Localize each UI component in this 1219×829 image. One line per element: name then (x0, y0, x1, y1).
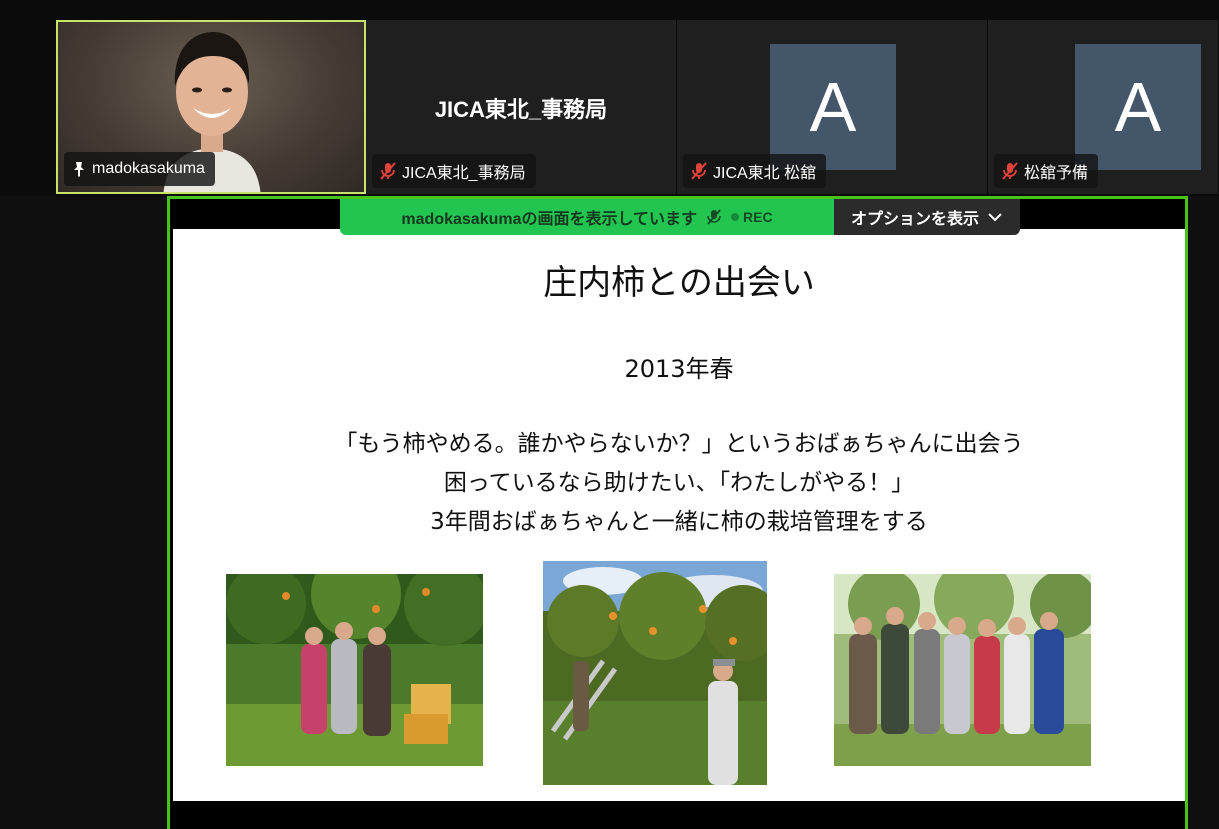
slide-line: 「もう柿やめる。誰かやらないか？」というおばぁちゃんに出会う (334, 431, 1024, 457)
slide-photo-group (834, 574, 1091, 766)
recording-label: REC (743, 209, 773, 225)
recording-indicator: REC (731, 209, 773, 225)
participant-name: JICA東北 松舘 (713, 165, 817, 182)
sharing-status: madokasakumaの画面を表示しています REC (340, 199, 834, 235)
participant-name-tag: madokasakuma (64, 152, 215, 186)
participant-name: JICA東北_事務局 (402, 165, 526, 182)
participant-tile-jica-tohoku-office[interactable]: JICA東北_事務局 JICA東北_事務局 (366, 20, 677, 194)
slide-title: 庄内柿との出会い (543, 263, 815, 303)
slide-photo-women-with-crates (226, 574, 483, 766)
slide-line: 困っているなら助けたい、「わたしがやる！」 (443, 470, 915, 496)
participant-name-tag: 松舘予備 (994, 154, 1099, 188)
participant-tile-jica-tohoku-matsudate[interactable]: A JICA東北 松舘 (677, 20, 988, 194)
slide-line: 3年間おばぁちゃんと一緒に柿の栽培管理をする (430, 509, 928, 535)
mic-muted-icon (691, 162, 707, 180)
participant-gallery: madokasakuma JICA東北_事務局 JICA東北_事務局 A JIC (56, 20, 1219, 194)
view-options-label: オプションを表示 (850, 211, 979, 228)
mic-muted-icon (707, 209, 721, 225)
mic-muted-icon (1002, 162, 1018, 180)
shared-screen: 庄内柿との出会い 2013年春 「もう柿やめる。誰かやらないか？」というおばぁち… (167, 196, 1188, 829)
sharing-status-text: madokasakumaの画面を表示しています (401, 211, 698, 228)
slide-photo-orchard-ladder (543, 561, 767, 785)
participant-avatar: A (1075, 44, 1201, 170)
participant-name-tag: JICA東北 松舘 (683, 154, 827, 188)
pin-icon (74, 162, 84, 177)
participant-tile-matsudate-spare[interactable]: A 松舘予備 (988, 20, 1219, 194)
participant-name: madokasakuma (92, 160, 205, 177)
participant-tile-madokasakuma[interactable]: madokasakuma (56, 20, 366, 194)
presentation-slide: 庄内柿との出会い 2013年春 「もう柿やめる。誰かやらないか？」というおばぁち… (173, 229, 1185, 801)
chevron-down-icon (988, 213, 1002, 222)
participant-display-name: JICA東北_事務局 (434, 97, 608, 122)
participant-name: 松舘予備 (1024, 165, 1089, 182)
participant-avatar: A (770, 44, 896, 170)
participant-name-tag: JICA東北_事務局 (372, 154, 536, 188)
view-options-button[interactable]: オプションを表示 (834, 199, 1020, 235)
mic-muted-icon (380, 162, 396, 180)
slide-body: 「もう柿やめる。誰かやらないか？」というおばぁちゃんに出会う 困っているなら助け… (173, 425, 1185, 542)
slide-year: 2013年春 (624, 355, 734, 383)
screen-share-banner: madokasakumaの画面を表示しています REC オプションを表示 (340, 199, 1020, 235)
recording-dot-icon (731, 213, 740, 221)
